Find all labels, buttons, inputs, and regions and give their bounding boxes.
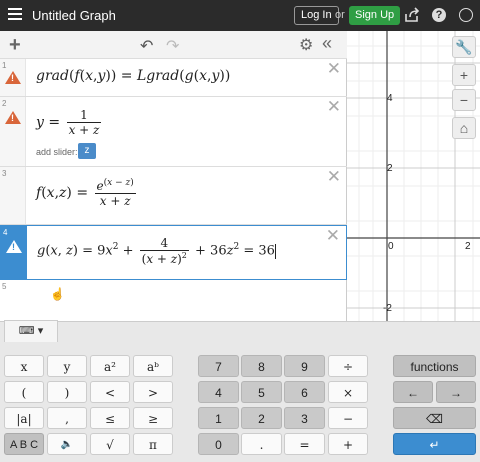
add-slider-button[interactable]: z: [78, 143, 96, 159]
graph-title[interactable]: Untitled Graph: [32, 8, 116, 23]
expression-toolbar: + ↶ ↷ ⚙ «: [0, 31, 347, 59]
delete-expression-icon[interactable]: ✕: [326, 227, 340, 244]
right-arrow-icon[interactable]: →: [436, 381, 476, 403]
delete-expression-icon[interactable]: ✕: [327, 60, 341, 77]
key-greater-equal[interactable]: ≥: [133, 407, 173, 429]
x-tick-label: 0: [388, 241, 394, 252]
x-tick-label: 2: [465, 241, 471, 252]
abc-keyboard-button[interactable]: A B C: [4, 433, 44, 455]
or-text: or: [335, 9, 345, 21]
expression-row-active[interactable]: 4 ! g(x, z) = 9x2 + 4 (x + z)2 + 36z2 = 3…: [0, 225, 347, 280]
zoom-in-icon[interactable]: +: [452, 64, 476, 86]
enter-icon[interactable]: ↵: [393, 433, 476, 455]
row-index: 1 !: [0, 59, 26, 96]
add-slider-label: add slider:: [36, 147, 78, 157]
key-pi[interactable]: π: [133, 433, 173, 455]
row-index: 5: [0, 280, 26, 321]
backspace-icon[interactable]: ⌫: [393, 407, 476, 429]
warning-icon[interactable]: !: [5, 71, 21, 84]
key-5[interactable]: 5: [241, 381, 282, 403]
expression-row[interactable]: 2 ! y = 1x + z add slider: z ✕: [0, 97, 347, 167]
key-open-paren[interactable]: (: [4, 381, 44, 403]
row-number: 3: [2, 169, 7, 178]
key-comma[interactable]: ,: [47, 407, 87, 429]
key-divide[interactable]: ÷: [328, 355, 368, 377]
key-minus[interactable]: −: [328, 407, 368, 429]
key-power[interactable]: aᵇ: [133, 355, 173, 377]
key-less-than[interactable]: <: [90, 381, 130, 403]
row-number: 5: [2, 282, 7, 291]
key-y[interactable]: y: [47, 355, 87, 377]
key-7[interactable]: 7: [198, 355, 239, 377]
expression-row[interactable]: 1 ! grad(f(x,y)) = Lgrad(g(x,y)) ✕: [0, 59, 347, 97]
math-expression[interactable]: f(x,z) = e(x − z) x + z: [36, 178, 138, 208]
math-keypad: ⌨ ▾ x y a² aᵇ 7 8 9 ÷ functions ( ) < > …: [0, 320, 480, 462]
help-icon[interactable]: ?: [432, 8, 446, 22]
row-number: 4: [3, 228, 8, 237]
key-x[interactable]: x: [4, 355, 44, 377]
warning-icon[interactable]: !: [5, 111, 21, 124]
left-arrow-icon[interactable]: ←: [393, 381, 433, 403]
warning-icon[interactable]: !: [6, 240, 22, 253]
key-decimal[interactable]: .: [241, 433, 282, 455]
home-icon[interactable]: ⌂: [452, 117, 476, 139]
key-0[interactable]: 0: [198, 433, 239, 455]
functions-button[interactable]: functions: [393, 355, 476, 377]
key-multiply[interactable]: ×: [328, 381, 368, 403]
redo-icon[interactable]: ↷: [166, 36, 179, 56]
delete-expression-icon[interactable]: ✕: [327, 168, 341, 185]
key-6[interactable]: 6: [284, 381, 325, 403]
add-expression-icon[interactable]: +: [9, 35, 21, 55]
key-4[interactable]: 4: [198, 381, 239, 403]
key-equals[interactable]: =: [284, 433, 325, 455]
signup-button[interactable]: Sign Up: [349, 6, 401, 25]
key-3[interactable]: 3: [284, 407, 325, 429]
wrench-icon[interactable]: 🔧: [452, 36, 476, 58]
key-8[interactable]: 8: [241, 355, 282, 377]
math-expression[interactable]: y = 1x + z: [36, 108, 103, 137]
key-2[interactable]: 2: [241, 407, 282, 429]
row-number: 2: [2, 99, 7, 108]
key-close-paren[interactable]: ): [47, 381, 87, 403]
expression-list: + ↶ ↷ ⚙ « 1 ! grad(f(x,y)) = Lgrad(g(x,y…: [0, 31, 347, 321]
login-button[interactable]: Log In: [294, 6, 339, 25]
math-expression[interactable]: g(x, z) = 9x2 + 4 (x + z)2 + 36z2 = 36: [37, 236, 276, 266]
math-expression[interactable]: grad(f(x,y)) = Lgrad(g(x,y)): [36, 68, 230, 84]
expression-row[interactable]: 3 f(x,z) = e(x − z) x + z ✕: [0, 167, 347, 225]
key-square[interactable]: a²: [90, 355, 130, 377]
key-greater-than[interactable]: >: [133, 381, 173, 403]
key-abs[interactable]: |a|: [4, 407, 44, 429]
settings-gear-icon[interactable]: ⚙: [299, 35, 313, 55]
row-number: 1: [2, 61, 7, 70]
zoom-out-icon[interactable]: −: [452, 89, 476, 111]
speaker-icon[interactable]: 🔈: [47, 433, 87, 455]
y-tick-label: 2: [387, 163, 393, 174]
top-bar: Untitled Graph Log In or Sign Up ?: [0, 0, 480, 31]
menu-icon[interactable]: [8, 8, 22, 22]
key-9[interactable]: 9: [284, 355, 325, 377]
y-tick-label: 4: [387, 93, 393, 104]
keyboard-toggle-icon[interactable]: ⌨ ▾: [4, 320, 58, 342]
y-tick-label: -2: [383, 303, 392, 314]
row-index: 3: [0, 167, 26, 224]
text-cursor: [274, 243, 276, 259]
undo-icon[interactable]: ↶: [140, 36, 153, 56]
delete-expression-icon[interactable]: ✕: [327, 98, 341, 115]
row-index: 2 !: [0, 97, 26, 166]
collapse-list-icon[interactable]: «: [322, 33, 332, 54]
row-index: 4 !: [1, 226, 27, 279]
key-plus[interactable]: +: [328, 433, 368, 455]
key-sqrt[interactable]: √: [90, 433, 130, 455]
key-1[interactable]: 1: [198, 407, 239, 429]
key-less-equal[interactable]: ≤: [90, 407, 130, 429]
globe-icon[interactable]: [459, 8, 473, 22]
hand-cursor-icon: ☝: [50, 287, 65, 301]
share-icon[interactable]: [404, 7, 420, 23]
